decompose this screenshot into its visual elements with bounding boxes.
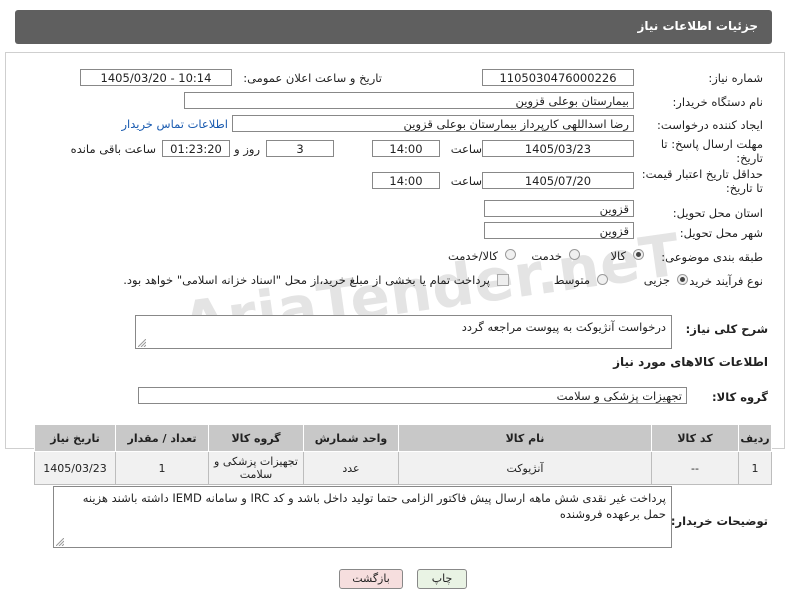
reply-days-label: روز و	[234, 142, 260, 156]
category-radio-service[interactable]	[569, 249, 580, 260]
reply-date-field: 1405/03/23	[482, 140, 634, 157]
reply-deadline-label: مهلت ارسال پاسخ: تا	[660, 137, 763, 151]
remaining-time-field: 01:23:20	[162, 140, 230, 157]
col-group: گروه کالا	[208, 424, 304, 452]
price-deadline-label: حداقل تاریخ اعتبار قیمت:	[641, 167, 763, 181]
summary-label: شرح کلی نیاز:	[685, 322, 768, 336]
buyer-org-label: نام دستگاه خریدار:	[672, 95, 763, 109]
cell-group: تجهیزات پزشکی و سلامت	[208, 451, 304, 485]
goods-group-field: تجهیزات پزشکی و سلامت	[138, 387, 687, 404]
cell-name: آنژیوکت	[398, 451, 652, 485]
buyer-contact-link[interactable]: اطلاعات تماس خریدار	[121, 117, 228, 131]
reply-time-label: ساعت	[450, 142, 482, 156]
cell-date: 1405/03/23	[34, 451, 116, 485]
reply-time-field: 14:00	[372, 140, 440, 157]
goods-table: ردیف کد کالا نام کالا واحد شمارش گروه کا…	[34, 424, 772, 485]
process-label: نوع فرآیند خرید :	[681, 274, 763, 288]
category-radio-goods[interactable]	[633, 249, 644, 260]
buyer-notes-text: پرداخت غیر نقدی شش ماهه ارسال پیش فاکتور…	[82, 491, 666, 521]
resize-grip-icon[interactable]	[56, 538, 64, 546]
need-number-label: شماره نیاز:	[708, 71, 763, 85]
back-button[interactable]: بازگشت	[339, 569, 403, 589]
announce-field: 1405/03/20 - 10:14	[80, 69, 232, 86]
goods-group-label: گروه کالا:	[712, 390, 768, 404]
page-title: جزئیات اطلاعات نیاز	[637, 19, 758, 33]
header-bar: جزئیات اطلاعات نیاز	[15, 10, 772, 44]
category-label: طبقه بندی موضوعی:	[661, 250, 763, 264]
col-date: تاریخ نیاز	[34, 424, 116, 452]
process-radio-minor[interactable]	[677, 274, 688, 285]
resize-grip-icon[interactable]	[138, 339, 146, 347]
reply-days-field: 3	[266, 140, 334, 157]
col-row: ردیف	[738, 424, 772, 452]
cell-unit: عدد	[303, 451, 399, 485]
requester-field: رضا اسداللهی کارپرداز بیمارستان بوعلی قز…	[232, 115, 634, 132]
city-field: قزوین	[484, 222, 634, 239]
process-radio-medium[interactable]	[597, 274, 608, 285]
process-option-minor: جزیی	[643, 273, 670, 287]
treasury-note: پرداخت تمام یا بخشی از مبلغ خرید،از محل …	[123, 273, 490, 287]
process-option-medium: متوسط	[553, 273, 590, 287]
summary-text: درخواست آنژیوکت به پیوست مراجعه گردد	[461, 320, 666, 334]
summary-textarea: درخواست آنژیوکت به پیوست مراجعه گردد	[135, 315, 672, 349]
buyer-org-field: بیمارستان بوعلی قزوین	[184, 92, 634, 109]
print-button[interactable]: چاپ	[417, 569, 467, 589]
cell-row: 1	[738, 451, 772, 485]
cell-qty: 1	[115, 451, 209, 485]
remaining-label: ساعت باقی مانده	[70, 142, 156, 156]
buyer-notes-textarea: پرداخت غیر نقدی شش ماهه ارسال پیش فاکتور…	[53, 486, 672, 548]
need-number-field: 1105030476000226	[482, 69, 634, 86]
province-label: استان محل تحویل:	[672, 206, 763, 220]
price-time-label: ساعت	[450, 174, 482, 188]
cell-code: --	[651, 451, 739, 485]
price-time-field: 14:00	[372, 172, 440, 189]
price-deadline-label-2: تا تاریخ:	[725, 181, 763, 195]
category-option-both: کالا/خدمت	[447, 249, 498, 263]
col-name: نام کالا	[398, 424, 652, 452]
price-date-field: 1405/07/20	[482, 172, 634, 189]
table-row: 1 -- آنژیوکت عدد تجهیزات پزشکی و سلامت 1…	[34, 451, 772, 485]
category-radio-both[interactable]	[505, 249, 516, 260]
city-label: شهر محل تحویل:	[679, 226, 763, 240]
treasury-checkbox[interactable]	[497, 274, 509, 286]
announce-label: تاریخ و ساعت اعلان عمومی:	[243, 71, 382, 85]
buyer-notes-label: توضیحات خریدار:	[670, 514, 768, 528]
goods-table-header: ردیف کد کالا نام کالا واحد شمارش گروه کا…	[34, 424, 772, 452]
col-unit: واحد شمارش	[303, 424, 399, 452]
col-qty: تعداد / مقدار	[115, 424, 209, 452]
requester-label: ایجاد کننده درخواست:	[657, 118, 763, 132]
category-option-service: خدمت	[531, 249, 562, 263]
col-code: کد کالا	[651, 424, 739, 452]
goods-section-title: اطلاعات کالاهای مورد نیاز	[613, 355, 768, 369]
category-option-goods: کالا	[610, 249, 626, 263]
province-field: قزوین	[484, 200, 634, 217]
reply-deadline-label-2: تاریخ:	[736, 151, 763, 165]
